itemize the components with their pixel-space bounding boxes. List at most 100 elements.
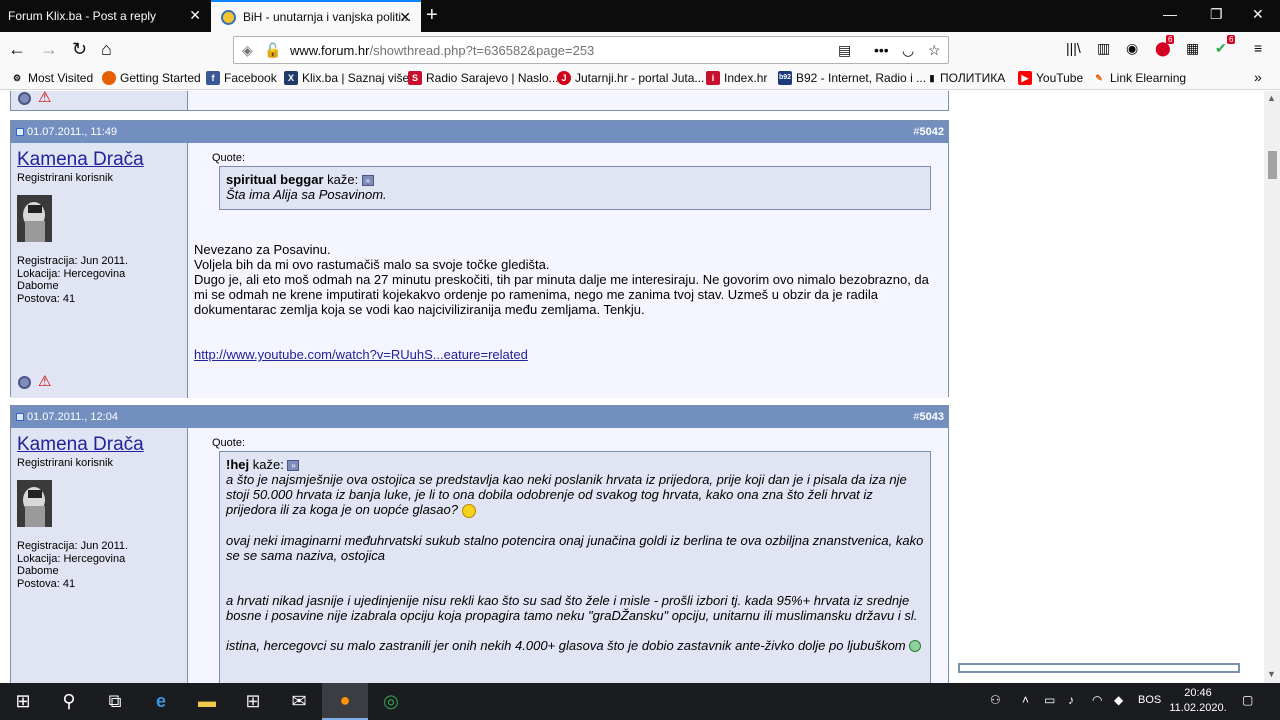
bookmark-star-icon[interactable]: ☆ bbox=[928, 42, 941, 59]
scroll-down-arrow-icon[interactable]: ▼ bbox=[1267, 669, 1276, 679]
bookmark-facebook[interactable]: f Facebook bbox=[206, 71, 277, 85]
message-line: Nevezano za Posavinu. bbox=[194, 242, 331, 257]
menu-hamburger-icon[interactable]: ≡ bbox=[1254, 40, 1262, 56]
dropbox-icon[interactable]: ◆ bbox=[1114, 693, 1123, 707]
username-link[interactable]: Kamena Drača bbox=[17, 149, 144, 171]
quote-author: !hej bbox=[226, 457, 250, 472]
offline-status-icon bbox=[18, 376, 31, 389]
library-icon[interactable]: |||\ bbox=[1066, 40, 1081, 56]
url-bar[interactable]: ◈ 🔓 www.forum.hr/showthread.php?t=636582… bbox=[233, 36, 949, 64]
user-registration: Registracija: Jun 2011. bbox=[17, 540, 129, 552]
new-tab-plus-icon[interactable]: + bbox=[426, 4, 438, 26]
bookmark-b92[interactable]: b92 B92 - Internet, Radio i ... bbox=[778, 71, 926, 85]
post-permalink[interactable]: 5042 bbox=[920, 126, 944, 138]
username-link[interactable]: Kamena Drača bbox=[17, 434, 144, 456]
bookmark-jutarnji[interactable]: J Jutarnji.hr - portal Juta... bbox=[557, 71, 704, 85]
bookmark-label: Radio Sarajevo | Naslo... bbox=[426, 71, 559, 85]
post-sidebar: Kamena Drača Registrirani korisnik Regis… bbox=[11, 143, 188, 398]
clock[interactable]: 20:46 11.02.2020. bbox=[1168, 686, 1228, 716]
post-body bbox=[188, 91, 948, 110]
task-view-icon[interactable]: ⧉ bbox=[92, 683, 138, 720]
user-location-extra: Dabome bbox=[17, 565, 59, 577]
tab-forum-klix[interactable]: Forum Klix.ba - Post a reply ✕ bbox=[0, 0, 211, 32]
shield-tracking-icon[interactable]: ◈ bbox=[242, 42, 253, 59]
wifi-icon[interactable]: ◠ bbox=[1092, 693, 1102, 707]
reload-icon[interactable]: ↻ bbox=[72, 39, 87, 59]
insecure-lock-icon[interactable]: 🔓 bbox=[264, 42, 281, 59]
post-sidebar: ⚠ bbox=[11, 91, 188, 110]
bookmark-youtube[interactable]: ▶ YouTube bbox=[1018, 71, 1083, 85]
avatar[interactable] bbox=[17, 480, 52, 527]
page-scrollbar[interactable]: ▲ ▼ bbox=[1264, 91, 1280, 683]
bookmark-most-visited[interactable]: ⚙ Most Visited bbox=[10, 71, 93, 85]
home-icon[interactable]: ⌂ bbox=[101, 39, 112, 59]
url-text[interactable]: www.forum.hr/showthread.php?t=636582&pag… bbox=[290, 43, 594, 58]
quote-header: spiritual beggar kaže: » bbox=[226, 172, 924, 187]
close-icon[interactable]: ✕ bbox=[399, 10, 411, 24]
bookmark-klix[interactable]: X Klix.ba | Saznaj više bbox=[284, 71, 409, 85]
back-arrow-icon[interactable]: ← bbox=[8, 39, 26, 59]
quote-paragraph: a hrvati nikad jasnije i ujedinjenije ni… bbox=[226, 592, 918, 623]
post-permalink[interactable]: 5043 bbox=[920, 411, 944, 423]
bookmark-label: Facebook bbox=[224, 71, 277, 85]
battery-icon[interactable]: ▭ bbox=[1044, 693, 1055, 707]
tab-label: BiH - unutarnja i vanjska politi... bbox=[243, 10, 412, 24]
scroll-up-arrow-icon[interactable]: ▲ bbox=[1267, 93, 1276, 103]
forum-page: ⚠ 01.07.2011., 11:49 #5042 Kamena Drača … bbox=[0, 91, 1280, 683]
people-icon[interactable]: ⚇ bbox=[990, 693, 1001, 707]
view-post-arrow-icon[interactable]: » bbox=[287, 460, 300, 472]
bookmark-label: YouTube bbox=[1036, 71, 1084, 85]
shield-check-icon[interactable]: ✔ bbox=[1215, 40, 1227, 57]
bookmark-radio-sarajevo[interactable]: S Radio Sarajevo | Naslo... bbox=[408, 71, 559, 85]
bookmark-index[interactable]: i Index.hr bbox=[706, 71, 767, 85]
chrome-icon[interactable]: ◎ bbox=[368, 683, 414, 720]
sidebar-icon[interactable]: ▥ bbox=[1097, 40, 1110, 57]
file-explorer-icon[interactable]: ▬ bbox=[184, 683, 230, 720]
youtube-link[interactable]: http://www.youtube.com/watch?v=RUuhS...e… bbox=[194, 347, 528, 362]
view-post-arrow-icon[interactable]: » bbox=[361, 175, 374, 187]
forum-post: 01.07.2011., 12:04 #5043 Kamena Drača Re… bbox=[10, 405, 949, 683]
bookmark-getting-started[interactable]: Getting Started bbox=[102, 71, 201, 85]
report-post-warning-icon[interactable]: ⚠ bbox=[38, 91, 51, 105]
show-hidden-icons-chevron-icon[interactable]: ˄ bbox=[1022, 693, 1029, 707]
account-icon[interactable]: ◉ bbox=[1126, 40, 1138, 57]
mail-icon[interactable]: ✉ bbox=[276, 683, 322, 720]
post-sidebar: Kamena Drača Registrirani korisnik Regis… bbox=[11, 428, 188, 683]
volume-icon[interactable]: ♪ bbox=[1068, 693, 1074, 707]
b92-icon: b92 bbox=[778, 71, 792, 85]
forward-arrow-icon[interactable]: → bbox=[40, 39, 58, 59]
radio-sarajevo-icon: S bbox=[408, 71, 422, 85]
more-bookmarks-chevron-icon[interactable]: » bbox=[1254, 69, 1262, 85]
report-post-warning-icon[interactable]: ⚠ bbox=[38, 374, 51, 389]
bookmark-label: Getting Started bbox=[120, 71, 201, 85]
pocket-icon[interactable]: ◡ bbox=[902, 42, 914, 59]
message-line: Dugo je, ali eto moš odmah na 27 minutu … bbox=[194, 272, 929, 317]
firefox-taskbar-icon[interactable]: ● bbox=[322, 683, 368, 720]
elearning-icon: ✎ bbox=[1095, 73, 1103, 83]
quote-spacer bbox=[226, 563, 924, 593]
extension-grid-icon[interactable]: ▦ bbox=[1186, 40, 1199, 57]
maximize-icon[interactable]: ❐ bbox=[1210, 6, 1223, 23]
search-icon[interactable]: ⚲ bbox=[46, 683, 92, 720]
store-icon[interactable]: ⊞ bbox=[230, 683, 276, 720]
tab-bih-politika[interactable]: BiH - unutarnja i vanjska politi... ✕ bbox=[211, 0, 421, 32]
language-indicator[interactable]: BOS bbox=[1138, 694, 1161, 706]
minimize-icon[interactable]: — bbox=[1163, 6, 1177, 22]
edge-icon[interactable]: e bbox=[138, 683, 184, 720]
bookmark-politika[interactable]: ▮ ПОЛИТИКА bbox=[928, 71, 1006, 85]
page-actions-icon[interactable]: ••• bbox=[874, 42, 889, 58]
start-windows-icon[interactable]: ⊞ bbox=[0, 683, 46, 720]
shield-badge: 6 bbox=[1227, 35, 1236, 44]
quote-author: spiritual beggar bbox=[226, 172, 324, 187]
notifications-icon[interactable]: ▢ bbox=[1242, 693, 1253, 707]
user-location: Lokacija: Hercegovina bbox=[17, 267, 126, 280]
scrollbar-thumb[interactable] bbox=[1268, 151, 1277, 179]
reader-view-icon[interactable]: ▤ bbox=[838, 42, 851, 59]
post-number: #5042 bbox=[913, 126, 944, 138]
avatar[interactable] bbox=[17, 195, 52, 242]
bookmark-link-elearning[interactable]: ✎ Link Elearning bbox=[1092, 71, 1186, 85]
user-rank: Registrirani korisnik bbox=[17, 457, 113, 469]
quote-paragraph-text: a što je najsmješnije ova ostojica se pr… bbox=[226, 472, 907, 517]
window-close-icon[interactable]: ✕ bbox=[1252, 6, 1264, 23]
close-icon[interactable]: ✕ bbox=[189, 8, 201, 22]
